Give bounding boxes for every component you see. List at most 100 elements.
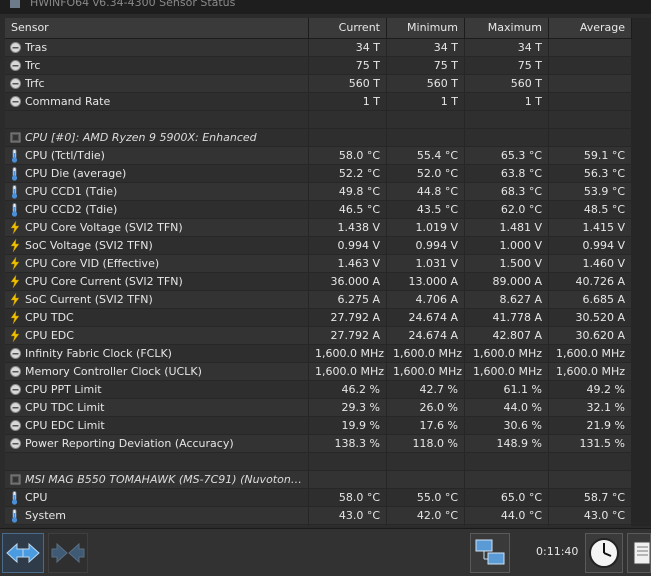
table-row[interactable]: CPU (Tctl/Tdie) 58.0 °C 55.4 °C 65.3 °C 59.1… [5, 147, 632, 165]
table-row[interactable]: MOS43.0 °C42.5 °C43.5 °C43.0 °C [5, 525, 632, 526]
table-row[interactable]: CPU 58.0 °C 55.0 °C 65.0 °C 58.7 °C [5, 489, 632, 507]
sensor-name-cell: SoC Current (SVI2 TFN) [5, 291, 309, 308]
maximum-value: 1,600.0 MHz [465, 363, 549, 380]
lightning-icon [10, 256, 21, 271]
minimum-value [387, 111, 465, 128]
current-value: 27.792 A [309, 309, 387, 326]
current-value: 52.2 °C [309, 165, 387, 182]
column-header-minimum[interactable]: Minimum [387, 18, 465, 38]
table-row[interactable]: Command Rate 1 T1 T1 T [5, 93, 632, 111]
table-row[interactable]: CPU PPT Limit 46.2 % 42.7 % 61.1 % 49.2 % [5, 381, 632, 399]
table-row[interactable]: Tras 34 T 34 T 34 T [5, 39, 632, 57]
average-value [549, 75, 632, 92]
maximum-value: 75 T [465, 57, 549, 74]
table-row[interactable]: Infinity Fabric Clock (FCLK) 1,600.0 MHz 1… [5, 345, 632, 363]
table-row[interactable]: CPU Die (average) 52.2 °C 52.0 °C 63.8 °C 56… [5, 165, 632, 183]
table-row[interactable]: CPU Core Voltage (SVI2 TFN) 1.438 V 1.019 … [5, 219, 632, 237]
minimum-value: 42.5 °C [387, 525, 465, 526]
table-row[interactable]: CPU TDC 27.792 A 24.674 A 41.778 A 30.520 A [5, 309, 632, 327]
column-header-average[interactable]: Average [549, 18, 632, 38]
maximum-value: 65.3 °C [465, 147, 549, 164]
minimum-value [387, 453, 465, 470]
table-row[interactable]: CPU Core Current (SVI2 TFN) 36.000 A 13.00… [5, 273, 632, 291]
sensor-label: MSI MAG B550 TOMAHAWK (MS-7C91) (Nuvoton… [25, 473, 302, 486]
average-value: 53.9 °C [549, 183, 632, 200]
table-row[interactable]: CPU Core VID (Effective) 1.463 V 1.031 V 1.… [5, 255, 632, 273]
maximum-value [465, 129, 549, 146]
average-value [549, 39, 632, 56]
window-title: HWiNFO64 v6.34-4300 Sensor Status [30, 0, 236, 9]
table-row[interactable]: Power Reporting Deviation (Accuracy) 138.… [5, 435, 632, 453]
sensor-dial-icon [10, 365, 21, 378]
current-value: 0.994 V [309, 237, 387, 254]
sensor-group-row[interactable]: CPU [#0]: AMD Ryzen 9 5900X: Enhanced [5, 129, 632, 147]
table-row[interactable]: Trc 75 T 75 T 75 T [5, 57, 632, 75]
sensor-label: Command Rate [25, 95, 111, 108]
sensor-label: CPU PPT Limit [25, 383, 102, 396]
lightning-icon [10, 310, 21, 325]
current-value [309, 129, 387, 146]
table-row[interactable]: SoC Voltage (SVI2 TFN) 0.994 V 0.994 V 1.00… [5, 237, 632, 255]
vertical-scrollbar[interactable] [632, 18, 651, 526]
sensor-name-cell: Power Reporting Deviation (Accuracy) [5, 435, 309, 452]
sensor-name-cell: MSI MAG B550 TOMAHAWK (MS-7C91) (Nuvoton… [5, 471, 309, 488]
sensor-dial-icon [10, 41, 21, 54]
table-row[interactable]: CPU EDC 27.792 A 24.674 A 42.807 A 30.620 A [5, 327, 632, 345]
sensor-dial-icon [10, 401, 21, 414]
current-value: 43.0 °C [309, 525, 387, 526]
average-value [549, 471, 632, 488]
maximum-value [465, 111, 549, 128]
current-value: 49.8 °C [309, 183, 387, 200]
minimum-value: 118.0 % [387, 435, 465, 452]
current-value: 46.5 °C [309, 201, 387, 218]
navigate-button[interactable] [2, 533, 44, 573]
table-row[interactable]: Memory Controller Clock (UCLK) 1,600.0 MH… [5, 363, 632, 381]
current-value: 34 T [309, 39, 387, 56]
reset-timer-button[interactable] [585, 533, 623, 573]
sensor-name-cell [5, 453, 309, 470]
sensor-group-row[interactable]: MSI MAG B550 TOMAHAWK (MS-7C91) (Nuvoton… [5, 471, 632, 489]
clock-icon [589, 538, 619, 568]
elapsed-time: 0:11:40 [536, 545, 579, 558]
table-row[interactable]: CPU CCD2 (Tdie) 46.5 °C 43.5 °C 62.0 °C 48.5… [5, 201, 632, 219]
maximum-value: 68.3 °C [465, 183, 549, 200]
table-row[interactable]: Trfc 560 T 560 T 560 T [5, 75, 632, 93]
minimum-value [387, 129, 465, 146]
sensor-name-cell: System [5, 507, 309, 524]
column-header-current[interactable]: Current [309, 18, 387, 38]
chip-icon [10, 131, 21, 144]
maximum-value: 65.0 °C [465, 489, 549, 506]
average-value: 1.460 V [549, 255, 632, 272]
collapse-button[interactable] [48, 533, 88, 573]
sensor-rows: Tras 34 T 34 T 34 T Trc 75 T 75 T 75 T Trfc 560 T… [5, 39, 632, 526]
average-value: 48.5 °C [549, 201, 632, 218]
sensor-label: CPU CCD2 (Tdie) [25, 203, 118, 216]
network-button[interactable] [470, 533, 510, 573]
minimum-value: 1 T [387, 93, 465, 110]
table-row[interactable]: SoC Current (SVI2 TFN) 6.275 A 4.706 A 8.62… [5, 291, 632, 309]
sensor-label: CPU EDC [25, 329, 74, 342]
lightning-icon [10, 238, 21, 253]
maximum-value [465, 471, 549, 488]
network-icon [475, 539, 505, 565]
average-value: 58.7 °C [549, 489, 632, 506]
sensor-name-cell: MOS [5, 525, 309, 526]
sensor-name-cell: CPU CCD1 (Tdie) [5, 183, 309, 200]
column-header-maximum[interactable]: Maximum [465, 18, 549, 38]
sensor-label: CPU [#0]: AMD Ryzen 9 5900X: Enhanced [25, 131, 257, 144]
current-value: 75 T [309, 57, 387, 74]
sensor-label: CPU EDC Limit [25, 419, 105, 432]
logging-button[interactable] [627, 533, 651, 573]
table-row[interactable]: CPU TDC Limit 29.3 % 26.0 % 44.0 % 32.1 % [5, 399, 632, 417]
average-value: 49.2 % [549, 381, 632, 398]
maximum-value: 44.0 % [465, 399, 549, 416]
table-row[interactable]: CPU CCD1 (Tdie) 49.8 °C 44.8 °C 68.3 °C 53.9… [5, 183, 632, 201]
sensor-label: Tras [25, 41, 48, 54]
table-row[interactable]: CPU EDC Limit 19.9 % 17.6 % 30.6 % 21.9 % [5, 417, 632, 435]
sensor-label: CPU Core Current (SVI2 TFN) [25, 275, 183, 288]
table-row[interactable]: System 43.0 °C 42.0 °C 44.0 °C 43.0 °C [5, 507, 632, 525]
minimum-value: 75 T [387, 57, 465, 74]
maximum-value: 41.778 A [465, 309, 549, 326]
column-header-sensor[interactable]: Sensor [5, 18, 309, 38]
sensor-name-cell: Trfc [5, 75, 309, 92]
